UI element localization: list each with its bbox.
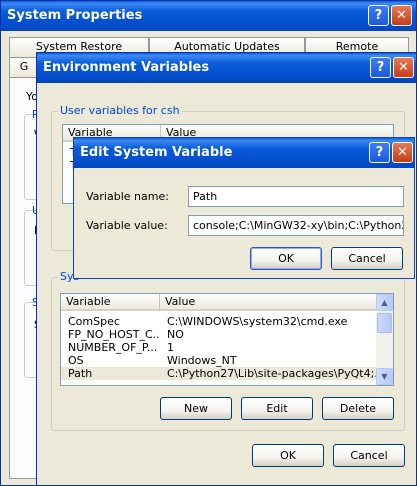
edit-system-variable-title: Edit System Variable xyxy=(80,145,233,160)
system-variable-row[interactable]: NUMBER_OF_P... 1 xyxy=(61,341,378,354)
system-variable-value: 1 xyxy=(167,341,174,354)
system-variable-name: Path xyxy=(68,367,93,380)
close-icon[interactable]: ✕ xyxy=(391,5,412,26)
system-variable-name: FP_NO_HOST_C... xyxy=(68,328,160,341)
ok-button[interactable]: OK xyxy=(250,247,322,270)
variable-name-input[interactable]: Path xyxy=(188,186,404,207)
environment-variables-titlebar[interactable]: Environment Variables xyxy=(37,53,416,83)
system-variable-row[interactable]: ComSpec C:\WINDOWS\system32\cmd.exe xyxy=(61,315,378,328)
delete-button[interactable]: Delete xyxy=(322,397,394,420)
variable-value-input[interactable]: console;C:\MinGW32-xy\bin;C:\Python27\ xyxy=(188,215,404,236)
cancel-button[interactable]: Cancel xyxy=(333,444,405,467)
system-properties-title: System Properties xyxy=(7,8,143,23)
system-variable-value: NO xyxy=(167,328,184,341)
edit-button[interactable]: Edit xyxy=(241,397,313,420)
system-properties-titlebar[interactable]: System Properties xyxy=(1,1,416,31)
cancel-button[interactable]: Cancel xyxy=(331,247,403,270)
system-variables-group: Sys Variable Value ComSpec C:\WINDOWS\sys… xyxy=(51,270,405,431)
system-column-value[interactable]: Value xyxy=(160,294,378,311)
system-variable-value: Windows_NT xyxy=(167,354,237,367)
system-variable-row[interactable]: OS Windows_NT xyxy=(61,354,378,367)
ok-button[interactable]: OK xyxy=(252,444,324,467)
system-variable-name: NUMBER_OF_P... xyxy=(68,341,158,354)
system-variable-name: OS xyxy=(68,354,84,367)
system-variable-name: ComSpec xyxy=(68,315,120,328)
edit-system-variable-dialog: Edit System Variable ? ✕ Variable name: … xyxy=(73,137,415,279)
arrow-down-icon[interactable]: ▼ xyxy=(376,368,393,385)
system-variable-value: C:\WINDOWS\system32\cmd.exe xyxy=(167,315,348,328)
scrollbar-thumb[interactable] xyxy=(377,313,392,333)
edit-system-variable-titlebar[interactable]: Edit System Variable xyxy=(74,138,414,168)
help-icon[interactable]: ? xyxy=(369,142,390,163)
system-list-scrollbar[interactable]: ▲ ▼ xyxy=(376,294,393,385)
arrow-up-icon[interactable]: ▲ xyxy=(376,294,393,311)
variable-name-label: Variable name: xyxy=(86,190,169,203)
system-variable-row[interactable]: FP_NO_HOST_C... NO xyxy=(61,328,378,341)
help-icon[interactable]: ? xyxy=(370,57,391,78)
system-column-variable[interactable]: Variable xyxy=(61,294,160,311)
system-list-header: Variable Value xyxy=(61,294,378,311)
system-variable-value: C:\Python27\Lib\site-packages\PyQt4;... xyxy=(167,367,378,380)
environment-variables-title: Environment Variables xyxy=(43,60,210,75)
system-variable-row[interactable]: Path C:\Python27\Lib\site-packages\PyQt4;… xyxy=(61,367,378,380)
new-button[interactable]: New xyxy=(160,397,232,420)
close-icon[interactable]: ✕ xyxy=(393,57,414,78)
tab-general-partial[interactable]: G xyxy=(9,57,39,77)
help-icon[interactable]: ? xyxy=(368,5,389,26)
variable-value-label: Variable value: xyxy=(86,219,168,232)
user-variables-label: User variables for csh xyxy=(58,104,182,117)
system-variables-list[interactable]: Variable Value ComSpec C:\WINDOWS\system3… xyxy=(60,293,394,386)
close-icon[interactable]: ✕ xyxy=(392,142,413,163)
